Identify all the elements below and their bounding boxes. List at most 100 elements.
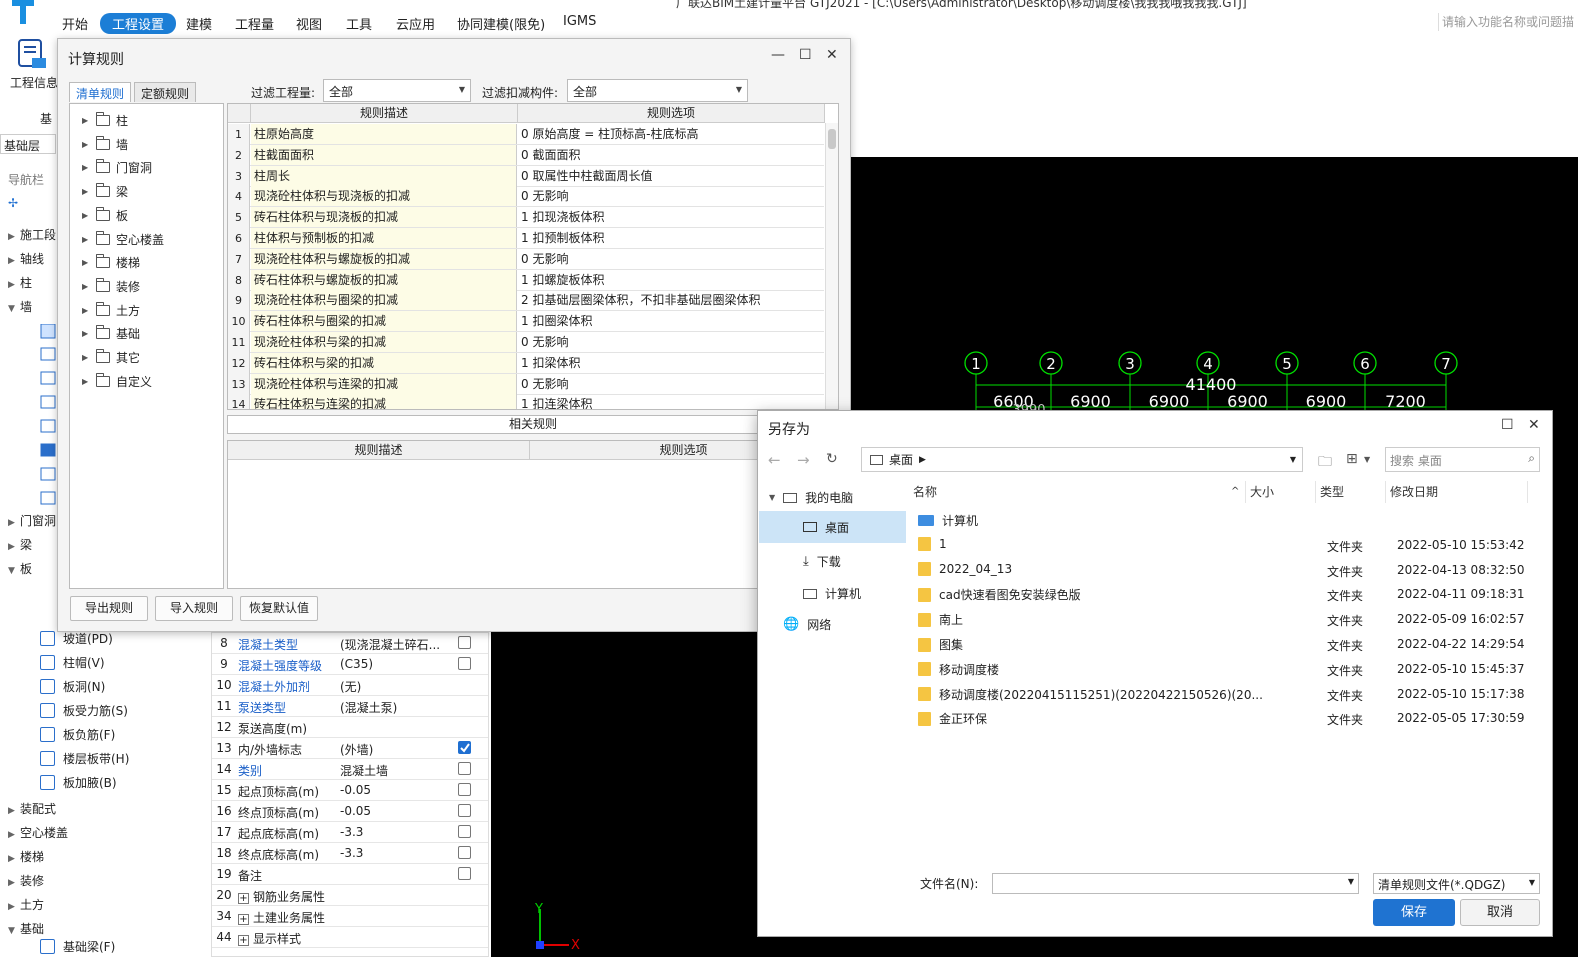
nav-item-9[interactable]: ▶ 楼梯	[8, 848, 44, 865]
file-row[interactable]: 南上 文件夹 2022-05-09 16:02:57	[918, 608, 1528, 632]
nav-item-5[interactable]: ▶ 梁	[8, 536, 32, 553]
chevron-right-icon[interactable]: ▶	[82, 163, 90, 172]
rule-row[interactable]: 8 砖石柱体积与螺旋板的扣减 1 扣螺旋板体积	[228, 269, 824, 291]
chevron-down-icon[interactable]: ▼	[8, 926, 20, 936]
nav-desktop[interactable]: 桌面	[759, 511, 906, 543]
rule-option[interactable]: 2 扣基础层圈梁体积，不扣非基础层圈梁体积	[518, 290, 823, 310]
chevron-right-icon[interactable]: ▶	[82, 211, 90, 220]
forward-arrow-icon[interactable]: →	[797, 451, 810, 469]
save-button[interactable]: 保存	[1373, 899, 1455, 926]
property-value[interactable]: (现浇混凝土碎石...	[340, 636, 445, 653]
rule-row[interactable]: 11 现浇砼柱体积与梁的扣减 0 无影响	[228, 332, 824, 353]
menu-item-4[interactable]: 视图	[296, 14, 322, 33]
property-value[interactable]: -0.05	[340, 804, 445, 818]
rule-option[interactable]: 1 扣现浇板体积	[518, 207, 823, 227]
chevron-right-icon[interactable]: ▶	[8, 830, 20, 840]
property-value[interactable]: (无)	[340, 678, 445, 695]
rule-row[interactable]: 13 现浇砼柱体积与连梁的扣减 0 无影响	[228, 373, 824, 395]
file-row[interactable]: 计算机	[918, 509, 1528, 533]
chevron-down-icon[interactable]: ▼	[8, 566, 20, 576]
nav-item-4[interactable]: ▶ 门窗洞	[8, 512, 56, 529]
chevron-right-icon[interactable]: ▶	[82, 258, 90, 267]
nav-item-3[interactable]: ▼ 墙	[8, 298, 32, 315]
chevron-right-icon[interactable]: ▶	[8, 232, 20, 242]
filter-deduct-select[interactable]: 全部 ▼	[567, 79, 748, 102]
nav-my-pc[interactable]: ▼ 我的电脑	[769, 489, 853, 506]
filename-input[interactable]: ▼	[992, 873, 1359, 894]
tab-bill-rules[interactable]: 清单规则	[69, 82, 132, 102]
chevron-right-icon[interactable]: ▶	[8, 280, 20, 290]
property-row[interactable]: 13 内/外墙标志 (外墙)	[212, 738, 488, 759]
cancel-button[interactable]: 取消	[1460, 899, 1540, 926]
nav-item-7[interactable]: ▶ 装配式	[8, 800, 56, 817]
chevron-right-icon[interactable]: ▶	[82, 377, 90, 386]
chevron-right-icon[interactable]: ▶	[8, 518, 20, 528]
tree-item[interactable]: ▶ 其它	[82, 349, 140, 366]
property-row[interactable]: 9 混凝土强度等级 (C35)	[212, 654, 488, 675]
nav-item-1[interactable]: ▶ 轴线	[8, 250, 44, 267]
property-row[interactable]: 16 终点顶标高(m) -0.05	[212, 801, 488, 822]
nav-item-0[interactable]: ▶ 施工段	[8, 226, 56, 243]
board-subitem-0[interactable]: 坡道(PD)	[40, 630, 113, 647]
nav-item-12[interactable]: ▼ 基础	[8, 920, 44, 937]
property-checkbox[interactable]	[458, 762, 471, 775]
quick-access-toolbar[interactable]	[56, 0, 416, 10]
rule-option[interactable]: 0 取属性中柱截面周长值	[518, 166, 823, 186]
property-row[interactable]: 14 类别 混凝土墙	[212, 759, 488, 780]
board-subitem-5[interactable]: 楼层板带(H)	[40, 750, 129, 767]
chevron-right-icon[interactable]: ▶	[82, 187, 90, 196]
col-type[interactable]: 类型	[1316, 481, 1386, 503]
scroll-thumb[interactable]	[828, 129, 836, 149]
rule-row[interactable]: 5 砖石柱体积与现浇板的扣减 1 扣现浇板体积	[228, 207, 824, 229]
rule-option[interactable]: 0 无影响	[518, 332, 823, 352]
file-row[interactable]: 移动调度楼 文件夹 2022-05-10 15:45:37	[918, 658, 1528, 682]
expand-plus-icon[interactable]: +	[238, 914, 249, 925]
menu-item-5[interactable]: 工具	[346, 14, 372, 33]
chevron-down-icon[interactable]: ▼	[1348, 877, 1354, 886]
chevron-right-icon[interactable]: ▶	[82, 235, 90, 244]
rule-option[interactable]: 0 截面面积	[518, 145, 823, 165]
tree-item[interactable]: ▶ 梁	[82, 183, 128, 200]
maximize-icon[interactable]: ☐	[799, 47, 812, 63]
file-row[interactable]: 移动调度楼(20220415115251)(20220422150526)(20…	[918, 683, 1528, 707]
file-row[interactable]: 图集 文件夹 2022-04-22 14:29:54	[918, 633, 1528, 657]
file-row[interactable]: 金正环保 文件夹 2022-05-05 17:30:59	[918, 707, 1528, 731]
board-subitem-3[interactable]: 板受力筋(S)	[40, 702, 128, 719]
property-row[interactable]: 17 起点底标高(m) -3.3	[212, 822, 488, 843]
rule-option[interactable]: 0 无影响	[518, 249, 823, 269]
property-checkbox[interactable]	[458, 741, 471, 754]
property-value[interactable]: -3.3	[340, 825, 445, 839]
property-checkbox[interactable]	[458, 867, 471, 880]
nav-item-10[interactable]: ▶ 装修	[8, 872, 44, 889]
chevron-right-icon[interactable]: ▶	[82, 329, 90, 338]
property-checkbox[interactable]	[458, 825, 471, 838]
expand-plus-icon[interactable]: +	[238, 893, 249, 904]
rule-row[interactable]: 7 现浇砼柱体积与螺旋板的扣减 0 无影响	[228, 248, 824, 270]
tree-item[interactable]: ▶ 土方	[82, 301, 140, 319]
property-row[interactable]: 11 泵送类型 (混凝土泵)	[212, 696, 488, 717]
view-grid-icon[interactable]: ⊞	[1346, 451, 1358, 467]
menu-item-7[interactable]: 协同建模(限免)	[457, 14, 545, 33]
tree-item[interactable]: ▶ 楼梯	[82, 254, 140, 271]
property-value[interactable]: (混凝土泵)	[340, 699, 445, 716]
board-subitem-4[interactable]: 板负筋(F)	[40, 726, 115, 743]
nav-download[interactable]: ⤓ 下载	[803, 553, 841, 570]
rule-row[interactable]: 1 柱原始高度 0 原始高度 = 柱顶标高-柱底标高	[228, 124, 824, 145]
rule-option[interactable]: 1 扣梁体积	[518, 353, 823, 373]
chevron-right-icon[interactable]: ▶	[82, 282, 90, 291]
property-row[interactable]: 20 + 钢筋业务属性	[212, 885, 488, 906]
col-name[interactable]: 名称 ^	[909, 481, 1246, 503]
menu-item-3[interactable]: 工程量	[235, 14, 274, 33]
board-subitem-2[interactable]: 板洞(N)	[40, 678, 105, 695]
tree-item[interactable]: ▶ 基础	[82, 325, 140, 342]
property-row[interactable]: 10 混凝土外加剂 (无)	[212, 675, 488, 696]
refresh-icon[interactable]: ↻	[826, 451, 838, 467]
col-size[interactable]: 大小	[1246, 481, 1316, 503]
foundation-beam-item[interactable]: 基础梁(F)	[40, 938, 115, 955]
file-row[interactable]: 2022_04_13 文件夹 2022-04-13 08:32:50	[918, 559, 1528, 583]
rule-row[interactable]: 12 砖石柱体积与梁的扣减 1 扣梁体积	[228, 352, 824, 374]
search-input[interactable]: 搜索 桌面 ⌕	[1385, 447, 1540, 472]
board-subitem-1[interactable]: 柱帽(V)	[40, 654, 105, 671]
rule-row[interactable]: 9 现浇砼柱体积与圈梁的扣减 2 扣基础层圈梁体积，不扣非基础层圈梁体积	[228, 290, 824, 312]
chevron-right-icon[interactable]: ▶	[82, 306, 90, 315]
